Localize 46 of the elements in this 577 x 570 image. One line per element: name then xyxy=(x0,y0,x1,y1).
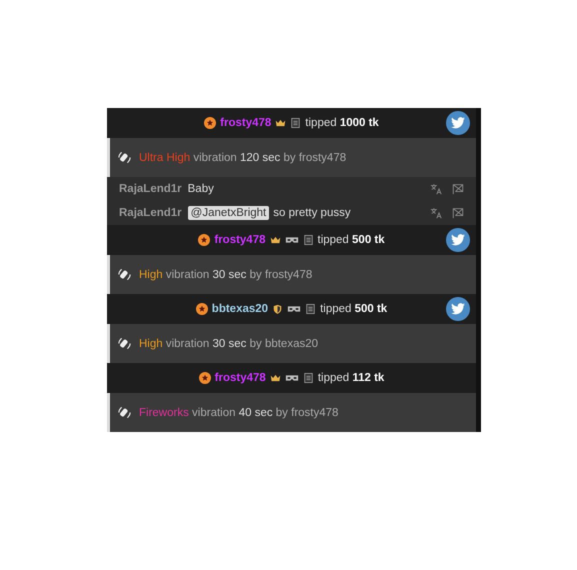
share-button[interactable] xyxy=(446,228,470,252)
crown-icon xyxy=(270,235,280,245)
vibration-text: Ultra High vibration 120 sec by frosty478 xyxy=(139,152,346,164)
translate-icon[interactable] xyxy=(430,207,442,219)
tip-text: tipped 500 tk xyxy=(318,234,385,246)
flag-icon[interactable] xyxy=(452,183,464,195)
vibration-icon xyxy=(118,337,131,350)
star-badge-icon xyxy=(198,372,211,384)
flag-icon[interactable] xyxy=(452,207,464,219)
shield-icon xyxy=(272,304,284,314)
tip-text: tipped 1000 tk xyxy=(305,117,379,129)
mention-tag[interactable]: @JanetxBright xyxy=(188,206,270,220)
username[interactable]: frosty478 xyxy=(214,372,266,384)
message-text: so pretty pussy xyxy=(273,207,351,219)
bird-icon xyxy=(451,117,465,129)
vibration-icon xyxy=(118,268,131,281)
crown-icon xyxy=(270,373,281,383)
username[interactable]: RajaLend1r xyxy=(119,183,182,195)
bird-icon xyxy=(451,303,465,315)
tip-text: tipped 500 tk xyxy=(320,303,388,315)
star-badge-icon xyxy=(198,234,210,246)
share-button[interactable] xyxy=(446,297,470,321)
goggles-icon xyxy=(284,235,298,245)
vibration-text: High vibration 30 sec by bbtexas20 xyxy=(139,338,318,350)
document-icon xyxy=(290,118,302,128)
document-icon xyxy=(302,373,314,383)
document-icon xyxy=(305,304,316,314)
vibration-icon xyxy=(118,406,131,419)
bird-icon xyxy=(451,234,465,246)
tip-text: tipped 112 tk xyxy=(318,372,384,384)
document-icon xyxy=(302,235,314,245)
star-badge-icon xyxy=(204,117,216,129)
share-button[interactable] xyxy=(446,111,470,135)
username[interactable]: frosty478 xyxy=(214,234,266,246)
username[interactable]: frosty478 xyxy=(220,117,272,129)
vibration-text: Fireworks vibration 40 sec by frosty478 xyxy=(139,406,338,418)
star-badge-icon xyxy=(196,303,208,315)
message-text: Baby xyxy=(188,183,214,195)
vibration-icon xyxy=(118,151,131,164)
vibration-text: High vibration 30 sec by frosty478 xyxy=(139,268,312,280)
username[interactable]: RajaLend1r xyxy=(119,207,182,219)
username[interactable]: bbtexas20 xyxy=(212,303,268,315)
crown-icon xyxy=(275,118,286,128)
translate-icon[interactable] xyxy=(430,183,442,195)
goggles-icon xyxy=(287,304,302,314)
goggles-icon xyxy=(284,373,299,383)
